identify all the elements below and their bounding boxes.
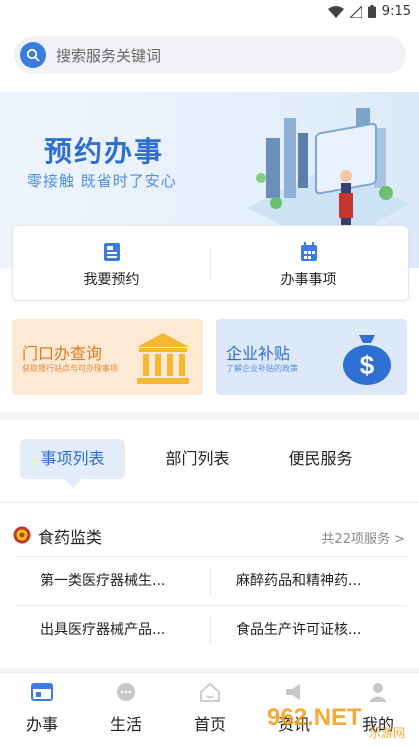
tab-service-items[interactable]: 事项列表 [20, 439, 125, 488]
tab-convenience-services[interactable]: 便民服务 [268, 439, 373, 479]
category-header: 食药监类 共22项服务 > [0, 516, 419, 556]
site-watermark-logo: 962.NET 乐游网 [267, 704, 405, 739]
category-count-link[interactable]: 共22项服务 > [321, 528, 405, 547]
status-icons: 9:15 [327, 4, 411, 19]
quick-action-appointment[interactable]: 我要预约 [13, 226, 210, 300]
nav-label: 办事 [25, 715, 58, 734]
chat-bubble-icon [117, 683, 135, 701]
svg-text:962.NET: 962.NET [267, 704, 362, 731]
service-row: 出具医疗器械产品... 食品生产许可证核... [14, 605, 406, 654]
category-title: 食药监类 [38, 528, 103, 547]
quick-action-label: 我要预约 [83, 272, 140, 288]
search-bar[interactable] [14, 36, 406, 76]
status-time: 9:15 [381, 4, 411, 19]
quick-action-label: 办事事项 [280, 272, 337, 288]
nav-label: 生活 [109, 715, 142, 734]
service-item[interactable]: 麻醉药品和精神药... [236, 557, 396, 605]
divider [210, 567, 211, 595]
status-bar: 9:15 [0, 0, 419, 24]
money-bag-icon: $ [343, 335, 391, 385]
banner-title: 预约办事 [44, 135, 165, 168]
calendar-icon [301, 242, 317, 261]
emblem-icon [13, 526, 31, 544]
promo-title: 企业补贴 [226, 344, 291, 363]
service-item[interactable]: 食品生产许可证核... [236, 606, 396, 654]
service-row: 第一类医疗器械生... 麻醉药品和精神药... [14, 556, 406, 605]
nav-item-home[interactable]: 首页 [168, 673, 252, 746]
service-hall-icon [31, 683, 53, 701]
signal-icon [349, 5, 362, 18]
list-tabs: 事项列表 部门列表 便民服务 [0, 420, 419, 503]
quick-action-service-items[interactable]: 办事事项 [210, 226, 407, 300]
promo-desc: 获取银行站点与可办理事项 [22, 364, 118, 373]
promo-desc: 了解企业补贴的政策 [226, 364, 298, 373]
section-separator [0, 412, 419, 420]
nav-item-service[interactable]: 办事 [0, 673, 84, 746]
quick-actions-card: 我要预约 办事事项 [12, 225, 409, 301]
tab-departments[interactable]: 部门列表 [145, 439, 250, 479]
phone-book-icon [104, 243, 120, 261]
nav-item-life[interactable]: 生活 [84, 673, 168, 746]
svg-text:$: $ [360, 350, 375, 380]
home-icon [200, 682, 220, 702]
banner-subtitle: 零接触 既省时了安心 [27, 172, 177, 190]
service-item[interactable]: 出具医疗器械产品... [40, 606, 200, 654]
wifi-icon [327, 5, 344, 18]
divider [210, 616, 211, 644]
search-icon[interactable] [20, 42, 46, 68]
bank-building-icon [137, 333, 189, 384]
service-item[interactable]: 第一类医疗器械生... [40, 557, 200, 605]
svg-text:乐游网: 乐游网 [369, 726, 405, 739]
promo-door-service-query[interactable]: 门口办查询 获取银行站点与可办理事项 [12, 319, 203, 395]
promo-enterprise-subsidy[interactable]: 企业补贴 了解企业补贴的政策 $ [216, 319, 407, 395]
promo-title: 门口办查询 [22, 344, 103, 363]
nav-label: 首页 [193, 715, 226, 734]
service-list: 第一类医疗器械生... 麻醉药品和精神药... 出具医疗器械产品... 食品生产… [14, 556, 406, 654]
battery-icon [367, 5, 376, 18]
search-input[interactable] [54, 36, 388, 76]
